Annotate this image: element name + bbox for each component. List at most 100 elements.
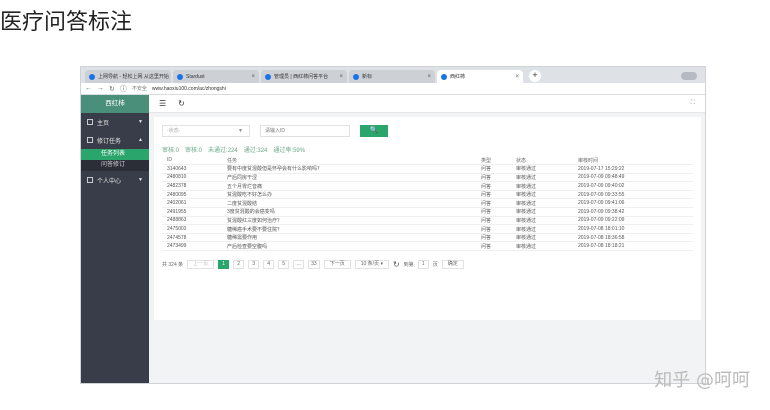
cell-task[interactable]: 产后检查要空腹吗	[222, 241, 476, 252]
cell-type: 问答	[476, 207, 511, 217]
reload-icon[interactable]: ↻	[109, 85, 115, 93]
goto-page-input[interactable]: 1	[417, 260, 429, 270]
favicon-icon	[265, 73, 271, 80]
browser-tab-active[interactable]: 西红柿 ×	[437, 70, 523, 83]
page-button[interactable]: 5	[278, 260, 290, 270]
browser-tab[interactable]: 上网导航 - 轻松上网 从这里开始×	[85, 70, 171, 83]
cell-type: 问答	[476, 241, 511, 252]
chevron-down-icon: ▼	[238, 128, 243, 134]
info-icon[interactable]: ⓘ	[120, 84, 127, 94]
cell-task[interactable]: 要有中度贫混酸但是怀孕会有什么影响吗？	[222, 164, 476, 174]
next-page-button[interactable]: 下一页	[323, 260, 351, 270]
cell-task[interactable]: 贫混酸吃不好怎么办	[222, 190, 476, 200]
cell-review-time: 2019-07-09 09:22:09	[573, 216, 693, 226]
cell-status: 审核通过	[511, 173, 573, 183]
prev-page-button[interactable]: 上一页	[187, 260, 215, 270]
submenu: 任务列表 问答修订	[81, 149, 149, 171]
table-row[interactable]: 2480810 产后同房干涩 问答 审核通过 2019-07-09 09:48:49	[162, 173, 693, 183]
page-button[interactable]: 4	[263, 260, 275, 270]
cell-task[interactable]: 五个月胃烂音痛	[222, 181, 476, 191]
chevron-down-icon: ▼	[138, 119, 143, 125]
browser-tab[interactable]: 管理员 | 西红柿问答平台 ×	[261, 70, 347, 83]
sidebar-item-tasks[interactable]: 修订任务 ▲	[81, 131, 149, 149]
cell-type: 问答	[476, 233, 511, 243]
table-row[interactable]: 2475003 糖稀癌手术要不要住院？ 问答 审核通过 2019-07-08 18:01…	[162, 224, 693, 234]
page-button[interactable]: 1	[218, 260, 230, 270]
cell-status: 审核通过	[511, 241, 573, 252]
browser-tab[interactable]: Stardust ×	[173, 70, 259, 83]
cell-review-time: 2019-07-09 09:38:42	[573, 207, 693, 217]
sidebar-item-qa-revision[interactable]: 问答修订	[81, 160, 149, 171]
cell-task[interactable]: 贫混酸红三度如何治疗？	[222, 216, 476, 226]
table-row[interactable]: 2473499 产后检查要空腹吗 问答 审核通过 2019-07-08 18:18:21	[162, 241, 693, 252]
table-row[interactable]: 2474578 糖稀需要作用 问答 审核通过 2019-07-08 18:36:58	[162, 233, 693, 243]
status-select[interactable]: -状态- ▼	[162, 125, 250, 137]
refresh-icon[interactable]: ↻	[393, 260, 400, 269]
sidebar-item-personal[interactable]: 个人中心 ▼	[81, 171, 149, 189]
main-content: ☰ ↻ ⛶ -状态- ▼ 🔍 审核:0 审核:	[149, 95, 705, 383]
cell-task[interactable]: 糖稀癌手术要不要住院？	[222, 224, 476, 234]
column-header-task[interactable]: 任务	[222, 156, 476, 166]
column-header-id[interactable]: ID	[162, 156, 222, 166]
id-search-input[interactable]	[260, 125, 350, 137]
cell-review-time: 2019-07-08 18:36:58	[573, 233, 693, 243]
sidebar-item-task-list[interactable]: 任务列表	[81, 149, 149, 160]
cell-task[interactable]: 糖稀需要作用	[222, 233, 476, 243]
close-icon[interactable]: ×	[251, 74, 255, 80]
column-header-time[interactable]: 审核时间	[573, 156, 693, 166]
menu-icon[interactable]: ☰	[159, 99, 166, 108]
page-button[interactable]: 3	[248, 260, 260, 270]
back-icon[interactable]: ←	[85, 85, 92, 92]
table-row[interactable]: 2402061 二度贫混酸结 问答 审核通过 2019-07-09 09:41:06	[162, 198, 693, 209]
forward-icon[interactable]: →	[97, 85, 104, 92]
cell-task[interactable]: 产后同房干涩	[222, 173, 476, 183]
confirm-button[interactable]: 确定	[441, 260, 464, 270]
brand-logo[interactable]: 西红柿	[81, 95, 149, 113]
cell-type: 问答	[476, 164, 511, 174]
home-icon	[87, 119, 93, 125]
watermark: 知乎 @呵呵	[654, 370, 750, 391]
url-field[interactable]: www.haoxiu100.com/ac/zhongshi	[152, 86, 226, 92]
table-row[interactable]: 2480095 贫混酸吃不好怎么办 问答 审核通过 2019-07-09 09:33:5…	[162, 190, 693, 200]
chevron-up-icon: ▲	[138, 137, 143, 143]
table-row[interactable]: 2491955 3度贫混酸的会癌变吗 问答 审核通过 2019-07-09 09:38:…	[162, 207, 693, 217]
cell-review-time: 2019-07-08 18:01:10	[573, 224, 693, 234]
table-row[interactable]: 3140643 要有中度贫混酸但是怀孕会有什么影响吗？ 问答 审核通过 2019-07-…	[162, 164, 693, 174]
table-row[interactable]: 2482378 五个月胃烂音痛 问答 审核通过 2019-07-09 09:40:02	[162, 181, 693, 191]
page-button[interactable]: 2	[233, 260, 245, 270]
cell-id: 2480095	[162, 190, 222, 200]
cell-id: 2482378	[162, 181, 222, 191]
close-icon[interactable]: ×	[515, 74, 519, 80]
cell-review-time: 2019-07-17 15:29:22	[573, 164, 693, 174]
task-table: ID 任务 类型 状态 审核时间 3140643 要有中度贫混酸但是怀孕会有什么影…	[162, 156, 693, 252]
top-toolbar: ☰ ↻ ⛶	[149, 95, 705, 113]
per-page-select[interactable]: 10 条/页 ▾	[354, 260, 389, 270]
page-button[interactable]: 33	[308, 260, 320, 270]
pagination: 共 324 条 上一页 1 2 3 4 5 ... 33 下一页 10 条/页 …	[162, 260, 693, 270]
table-row[interactable]: 2488863 贫混酸红三度如何治疗？ 问答 审核通过 2019-07-09 09:22…	[162, 216, 693, 226]
chevron-down-icon: ▼	[138, 177, 143, 183]
cell-id: 2473499	[162, 241, 222, 252]
new-tab-button[interactable]: +	[529, 70, 541, 82]
favicon-icon	[89, 73, 95, 80]
close-icon[interactable]: ×	[427, 74, 431, 80]
cell-review-time: 2019-07-09 09:40:02	[573, 181, 693, 191]
cell-review-time: 2019-07-09 09:33:55	[573, 190, 693, 200]
sidebar-item-home[interactable]: 主页 ▼	[81, 113, 149, 131]
window-controls[interactable]	[681, 72, 697, 80]
cell-task[interactable]: 二度贫混酸结	[222, 198, 476, 209]
cell-status: 审核通过	[511, 233, 573, 243]
cell-review-time: 2019-07-09 09:41:06	[573, 198, 693, 209]
search-button[interactable]: 🔍	[360, 125, 388, 137]
refresh-icon[interactable]: ↻	[178, 99, 185, 108]
screenshot-root: 医疗问答标注 上网导航 - 轻松上网 从这里开始× Stardust× 管理员 …	[0, 0, 770, 410]
page-ellipsis: ...	[293, 260, 305, 270]
browser-tab[interactable]: 新标 ×	[349, 70, 435, 83]
cell-review-time: 2019-07-09 09:48:49	[573, 173, 693, 183]
column-header-type[interactable]: 类型	[476, 156, 511, 166]
fullscreen-icon[interactable]: ⛶	[691, 100, 695, 107]
cell-type: 问答	[476, 216, 511, 226]
column-header-status[interactable]: 状态	[511, 156, 573, 166]
close-icon[interactable]: ×	[339, 74, 343, 80]
cell-task[interactable]: 3度贫混酸的会癌变吗	[222, 207, 476, 217]
